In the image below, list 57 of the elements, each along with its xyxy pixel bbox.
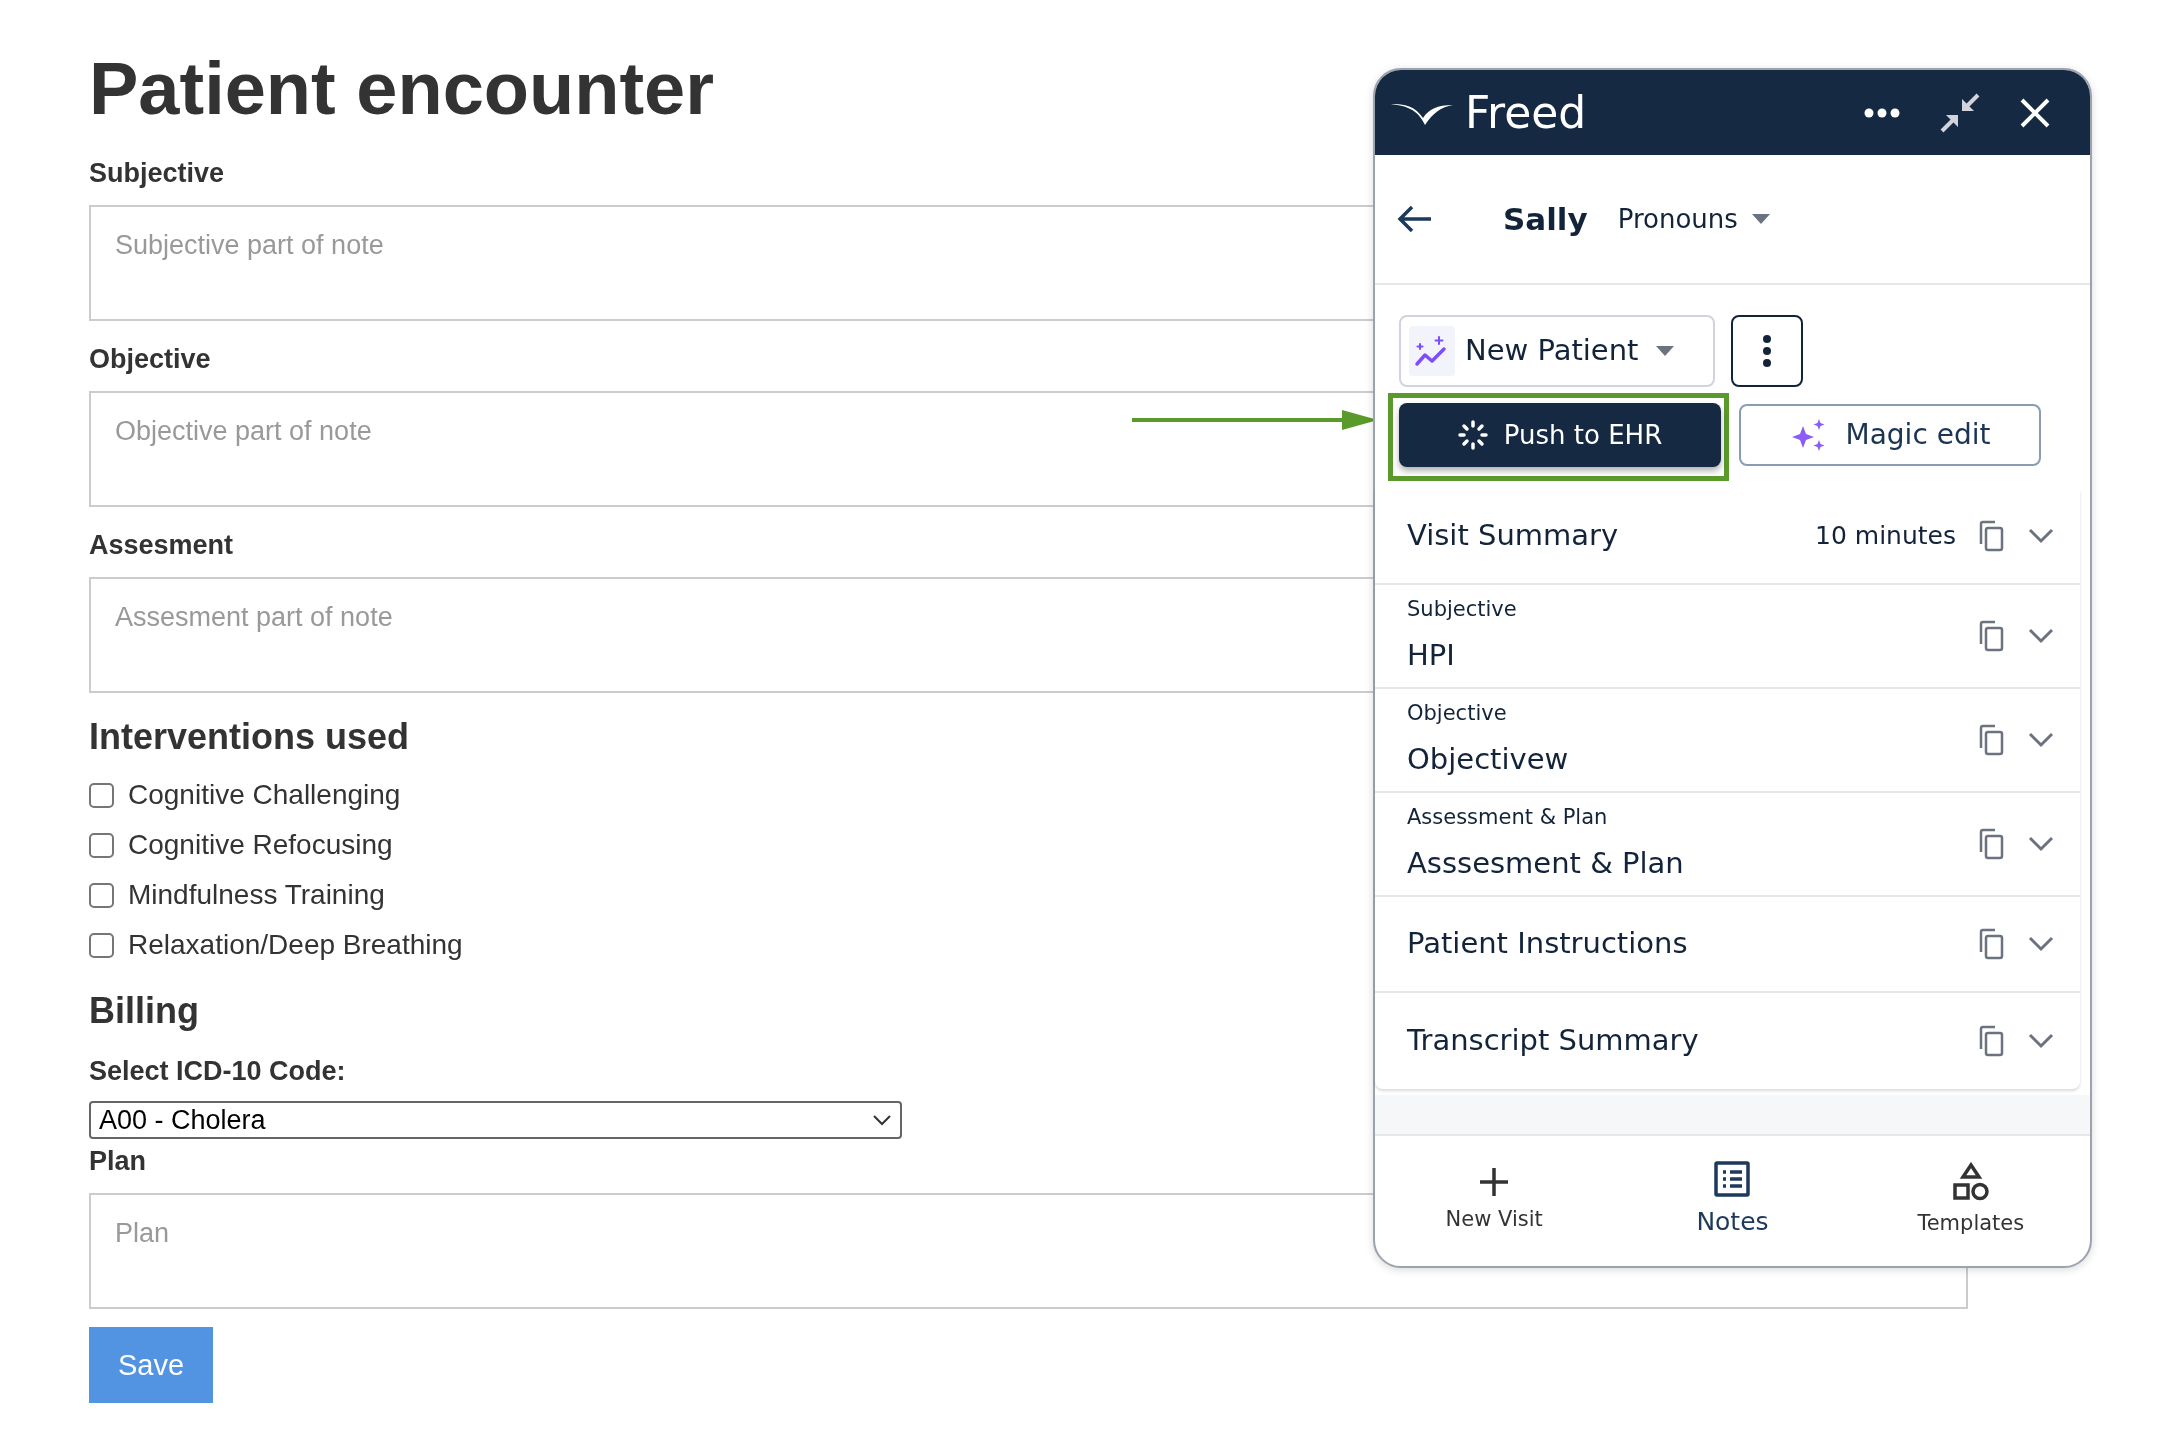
template-dropdown[interactable]: New Patient [1399,315,1715,387]
field-label: Objective [89,343,211,376]
field-label: Subjective [89,157,225,190]
copy-icon[interactable] [1978,928,2004,960]
icd-select[interactable]: A00 - Cholera [89,1101,902,1140]
shapes-icon [1950,1162,1991,1203]
back-arrow-icon[interactable] [1397,204,1433,234]
page-title: Patient encounter [89,48,714,130]
copy-icon[interactable] [1978,520,2004,552]
select-label: Select ICD-10 Code: [89,1055,346,1088]
checkbox-label: Mindfulness Training [128,878,385,913]
visit-duration: 10 minutes [1815,520,1956,553]
brand-name: Freed [1465,90,1587,135]
section-title[interactable]: Asssesment & Plan [1407,842,1684,886]
section-category: Assessment & Plan [1407,804,1608,832]
section-heading: Billing [89,989,199,1034]
chevron-down-icon[interactable] [2028,836,2054,852]
checkbox[interactable] [89,882,114,908]
section-title[interactable]: Patient Instructions [1407,922,1688,966]
close-icon[interactable] [2020,97,2050,128]
kebab-menu-button[interactable] [1731,315,1803,387]
section-title[interactable]: Visit Summary [1407,514,1619,558]
copy-icon[interactable] [1978,620,2004,652]
section-heading: Interventions used [89,715,410,760]
chevron-down-icon[interactable] [2028,1033,2054,1049]
copy-icon[interactable] [1978,1025,2004,1057]
checkbox[interactable] [89,932,114,958]
checkbox-label: Cognitive Refocusing [128,828,393,863]
kebab-icon [1762,335,1772,367]
magic-edit-button[interactable]: Magic edit [1739,404,2041,466]
minimize-icon[interactable] [1940,92,1980,133]
sparkle-burst-icon [1457,420,1488,450]
checkbox-label: Relaxation/Deep Breathing [128,928,463,963]
copy-icon[interactable] [1978,828,2004,860]
chevron-down-icon[interactable] [2028,732,2054,748]
section-title[interactable]: HPI [1407,634,1455,678]
push-to-ehr-button[interactable]: Push to EHR [1399,403,1721,467]
chevron-down-icon[interactable] [2028,936,2054,952]
copy-icon[interactable] [1978,724,2004,756]
chevron-down-icon[interactable] [2028,628,2054,644]
checkbox[interactable] [89,832,114,858]
checkbox[interactable] [89,782,114,808]
plus-icon [1478,1166,1511,1199]
field-label: Plan [89,1145,147,1178]
checkbox-label: Cognitive Challenging [128,778,401,813]
chevron-down-icon[interactable] [2028,528,2054,544]
section-title[interactable]: Objectivew [1407,738,1569,782]
field-label: Assesment [89,529,234,562]
section-category: Subjective [1407,596,1517,624]
caret-icon [1751,214,1770,224]
caret-icon [1656,346,1675,356]
list-icon [1714,1161,1751,1198]
section-title[interactable]: Transcript Summary [1407,1019,1699,1063]
chevron-down-icon [872,1114,892,1127]
sparkle-chart-icon [1409,326,1455,376]
section-category: Objective [1407,700,1507,728]
more-icon[interactable] [1864,107,1900,118]
